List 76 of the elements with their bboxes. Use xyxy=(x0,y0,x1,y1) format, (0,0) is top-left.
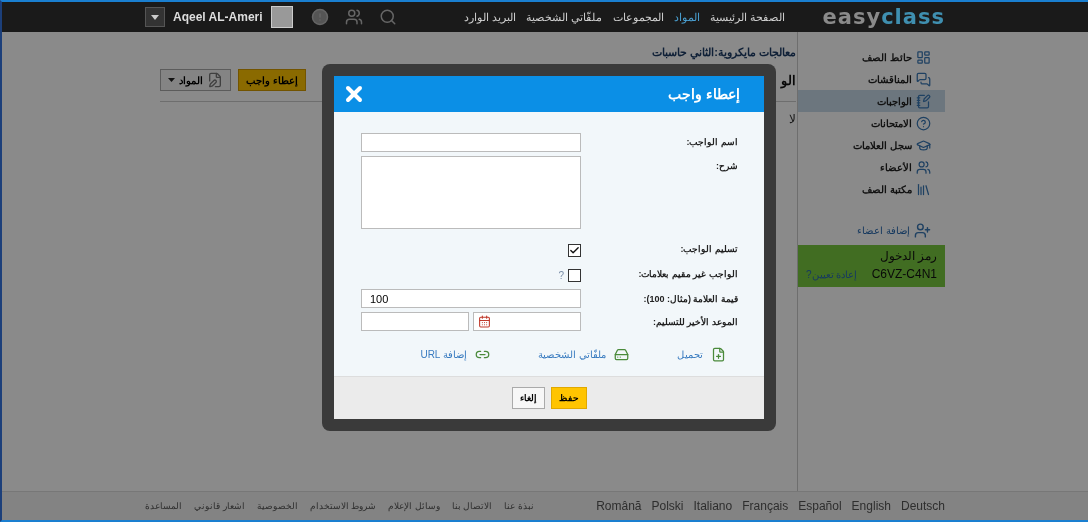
attachment-link[interactable]: ملفّاتي الشخصية xyxy=(538,347,629,362)
sidebar-item[interactable]: الواجبات xyxy=(798,90,945,112)
drive-icon xyxy=(614,347,629,362)
description-field[interactable] xyxy=(361,155,581,229)
footer-link[interactable]: الاتصال بنا xyxy=(451,501,493,511)
footer-link[interactable]: نبذة عنا xyxy=(504,501,534,511)
access-code-title: رمز الدخول xyxy=(878,249,937,263)
attachment-link[interactable]: تحميل xyxy=(677,347,726,362)
nav-link[interactable]: الصفحة الرئيسية xyxy=(709,10,785,24)
sidebar-icon xyxy=(916,159,931,175)
sidebar-icon xyxy=(916,71,931,87)
language-link[interactable]: Română xyxy=(596,499,642,513)
attachment-link[interactable]: إضافة URL xyxy=(420,347,491,362)
sidebar-item[interactable]: الأعضاء xyxy=(798,156,945,178)
footer-link[interactable]: وسائل الإعلام xyxy=(388,501,440,511)
add-user-icon xyxy=(914,222,931,239)
sidebar-icon xyxy=(916,49,931,65)
footer-link[interactable]: اشعار قانوني xyxy=(194,501,245,511)
sidebar-icon xyxy=(916,137,931,153)
save-button[interactable]: حفظ xyxy=(550,387,587,409)
document-icon xyxy=(207,72,223,88)
sidebar-item[interactable]: سجل العلامات xyxy=(798,134,945,156)
people-icon[interactable] xyxy=(344,8,363,26)
logo-text[interactable]: easy xyxy=(822,5,882,29)
date-field[interactable] xyxy=(473,312,581,331)
footer-link[interactable]: الخصوصية xyxy=(256,501,298,511)
sidebar-item[interactable]: الامتحانات xyxy=(798,112,945,134)
avatar[interactable] xyxy=(270,6,293,28)
language-link[interactable]: Polski xyxy=(651,499,684,513)
sidebar-item[interactable]: مكتبة الصف xyxy=(798,178,945,200)
cancel-button[interactable]: إلغاء xyxy=(511,387,545,409)
caret-icon xyxy=(151,14,159,20)
text-field[interactable]: 100 xyxy=(361,289,581,308)
field-label: الموعد الأخير للتسليم: xyxy=(652,315,738,330)
sidebar-item[interactable]: المناقشات xyxy=(798,68,945,90)
add-members-link[interactable]: إضافة اعضاء xyxy=(798,222,945,239)
footer-link[interactable]: شروط الاستخدام xyxy=(309,501,377,511)
access-code: C6VZ-C4N1 xyxy=(871,267,937,281)
sidebar-icon xyxy=(916,181,931,197)
user-menu-button[interactable] xyxy=(145,7,165,27)
nav-link[interactable]: ملفّاتي الشخصية xyxy=(526,10,603,24)
dialog-title: إعطاء واجب xyxy=(668,86,740,102)
user-name[interactable]: Aqeel AL-Ameri xyxy=(173,10,263,24)
language-link[interactable]: Español xyxy=(798,499,842,513)
file-plus-icon xyxy=(711,347,726,362)
language-link[interactable]: Deutsch xyxy=(900,499,945,513)
logo-text[interactable]: class xyxy=(881,5,945,29)
field-label: شرح: xyxy=(715,159,738,174)
language-link[interactable]: Français xyxy=(742,499,789,513)
time-field[interactable] xyxy=(361,312,469,331)
checkbox[interactable] xyxy=(568,243,581,257)
field-label: تسليم الواجب: xyxy=(679,242,738,257)
footer-link[interactable]: المساعدة xyxy=(145,501,182,511)
empty-note: لا xyxy=(789,112,796,126)
action-button[interactable]: إعطاء واجب xyxy=(238,69,306,91)
calendar-icon[interactable] xyxy=(478,315,491,328)
language-link[interactable]: Italiano xyxy=(693,499,733,513)
alert-icon[interactable] xyxy=(310,8,329,26)
page-heading: الو xyxy=(781,72,796,88)
nav-link[interactable]: المواد xyxy=(673,10,700,24)
caret-icon xyxy=(168,78,175,82)
field-label: الواجب غير مقيم بعلامات: xyxy=(637,267,738,282)
checkbox[interactable] xyxy=(568,268,581,282)
text-field[interactable] xyxy=(361,132,581,152)
dropdown-button[interactable]: المواد xyxy=(160,69,231,91)
help-mark[interactable]: ? xyxy=(558,269,564,281)
nav-link[interactable]: المجموعات xyxy=(612,10,664,24)
nav-link[interactable]: البريد الوارد xyxy=(464,10,517,24)
field-label: قيمة العلامة (مثال: 100): xyxy=(642,292,738,306)
sidebar-icon xyxy=(916,93,931,109)
sidebar-item[interactable]: حائط الصف xyxy=(798,46,945,68)
breadcrumb-link[interactable]: معالجات مايكروية:الثاني حاسبات xyxy=(652,46,796,59)
field-label: اسم الواجب: xyxy=(685,136,738,150)
search-icon[interactable] xyxy=(378,8,397,26)
sidebar-icon xyxy=(916,115,931,131)
language-link[interactable]: English xyxy=(851,499,891,513)
